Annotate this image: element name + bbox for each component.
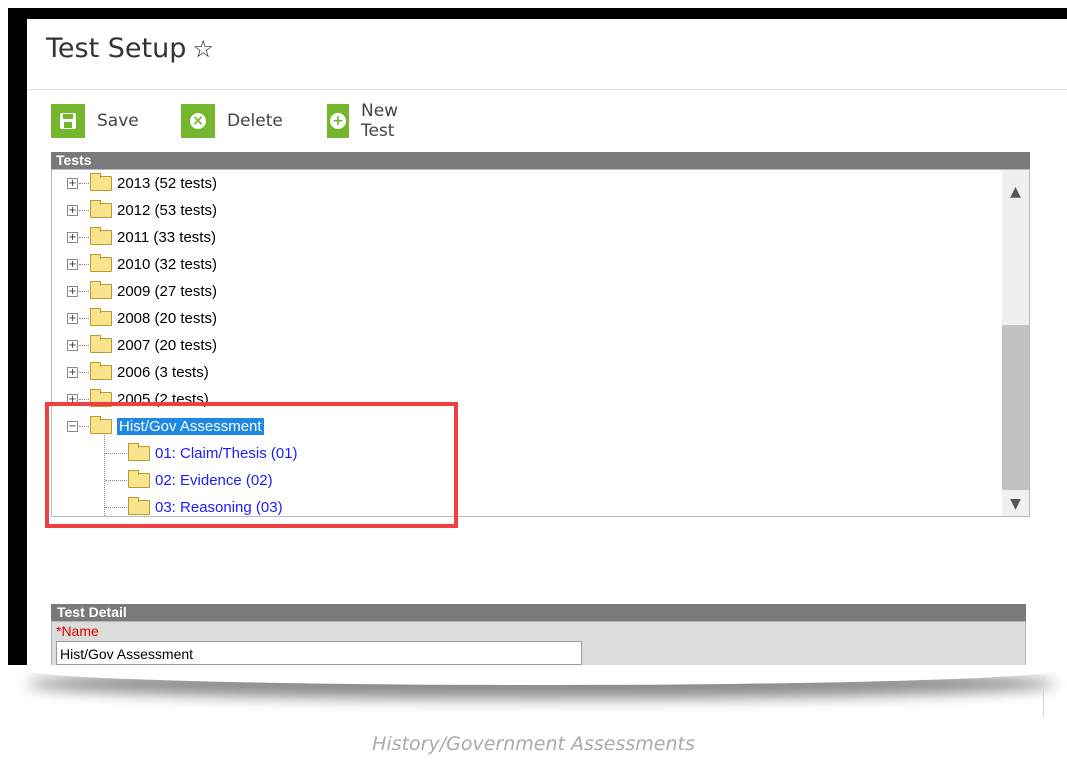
folder-icon: [90, 362, 112, 380]
new-test-button[interactable]: + New Test: [327, 101, 410, 141]
save-button[interactable]: Save: [51, 104, 139, 138]
new-test-label: New Test: [360, 101, 399, 141]
expand-plus-icon[interactable]: +: [67, 313, 78, 324]
tree-node-year[interactable]: + 2013 (52 tests): [67, 170, 217, 197]
tree-node-label[interactable]: 2008 (20 tests): [117, 310, 217, 327]
expand-plus-icon[interactable]: +: [67, 367, 78, 378]
plus-circle-icon: +: [327, 104, 349, 138]
image-caption: History/Government Assessments: [372, 733, 695, 755]
save-label: Save: [97, 111, 139, 131]
folder-icon: [90, 227, 112, 245]
tree-node-label[interactable]: 2009 (27 tests): [117, 283, 217, 300]
tree-node-label[interactable]: 2006 (3 tests): [117, 364, 209, 381]
x-circle-icon: ×: [181, 104, 215, 138]
tree-node-year[interactable]: + 2008 (20 tests): [67, 305, 217, 332]
folder-icon: [90, 173, 112, 191]
folder-icon: [90, 281, 112, 299]
frame-edge: [1043, 676, 1044, 718]
expand-plus-icon[interactable]: +: [67, 286, 78, 297]
scroll-up-icon[interactable]: ▲: [1002, 184, 1029, 200]
tree-node-label[interactable]: 2012 (53 tests): [117, 202, 217, 219]
tree-node-year[interactable]: + 2010 (32 tests): [67, 251, 217, 278]
page-title: Test Setup ☆: [46, 33, 214, 64]
test-detail-panel: *Name Hist/Gov Assessment: [51, 621, 1026, 665]
expand-plus-icon[interactable]: +: [67, 232, 78, 243]
scroll-thumb[interactable]: [1002, 325, 1029, 490]
tree-node-label[interactable]: 2010 (32 tests): [117, 256, 217, 273]
test-detail-header: Test Detail: [51, 604, 1026, 621]
tests-panel-header: Tests: [51, 152, 1030, 169]
delete-label: Delete: [227, 111, 283, 131]
tree-node-year[interactable]: + 2012 (53 tests): [67, 197, 217, 224]
tree-scrollbar[interactable]: ▲ ▼: [1002, 170, 1029, 516]
expand-plus-icon[interactable]: +: [67, 259, 78, 270]
floppy-icon: [51, 104, 85, 138]
tree-node-label[interactable]: 2013 (52 tests): [117, 175, 217, 192]
expand-plus-icon[interactable]: +: [67, 178, 78, 189]
app-window: Test Setup ☆ Save × Delete + New Test Tes…: [27, 19, 1067, 665]
expand-plus-icon[interactable]: +: [67, 205, 78, 216]
folder-icon: [90, 335, 112, 353]
scroll-down-icon[interactable]: ▼: [1002, 496, 1029, 512]
star-icon[interactable]: ☆: [192, 35, 214, 63]
page-header: Test Setup ☆: [27, 19, 1067, 90]
delete-button[interactable]: × Delete: [181, 104, 283, 138]
screenshot-frame: Test Setup ☆ Save × Delete + New Test Tes…: [8, 8, 1067, 665]
expand-plus-icon[interactable]: +: [67, 340, 78, 351]
tree-node-year[interactable]: + 2006 (3 tests): [67, 359, 209, 386]
page-title-text: Test Setup: [46, 33, 187, 64]
highlight-box: [45, 402, 458, 528]
folder-icon: [90, 200, 112, 218]
folder-icon: [90, 308, 112, 326]
name-input[interactable]: Hist/Gov Assessment: [56, 641, 582, 665]
tree-node-label[interactable]: 2011 (33 tests): [117, 229, 216, 246]
tree-node-year[interactable]: + 2011 (33 tests): [67, 224, 216, 251]
name-field-label: *Name: [56, 623, 99, 639]
folder-icon: [90, 254, 112, 272]
tree-node-label[interactable]: 2007 (20 tests): [117, 337, 217, 354]
tree-node-year[interactable]: + 2009 (27 tests): [67, 278, 217, 305]
tree-node-year[interactable]: + 2007 (20 tests): [67, 332, 217, 359]
